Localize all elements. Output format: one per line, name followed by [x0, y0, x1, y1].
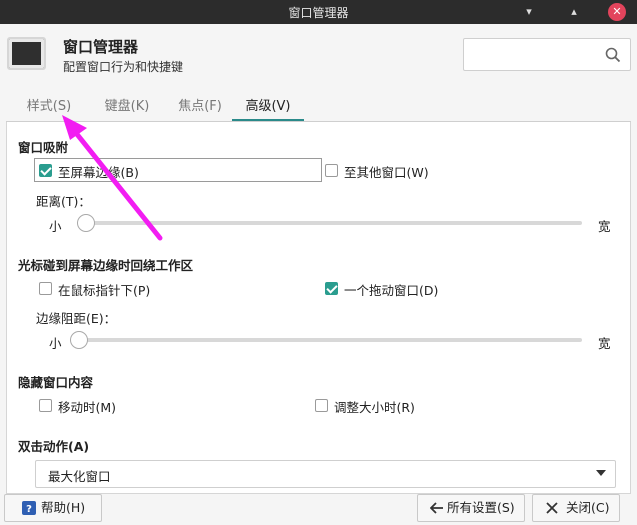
dialog-footer: ? 帮助(H) 所有设置(S) 关闭(C): [0, 494, 637, 525]
tab-bar: 样式(S) 键盘(K) 焦点(F) 高级(V): [6, 94, 631, 122]
distance-max-label: 宽: [598, 219, 611, 234]
checkbox-unchecked: [39, 399, 52, 412]
hide-while-moving-checkbox[interactable]: 移动时(M): [39, 397, 219, 415]
slider-track: [77, 221, 582, 225]
tab-keyboard[interactable]: 键盘(K): [94, 94, 160, 122]
hide-while-resizing-checkbox[interactable]: 调整大小时(R): [315, 397, 515, 415]
checkbox-unchecked: [325, 164, 338, 177]
distance-slider[interactable]: [77, 213, 582, 232]
hide-content-heading: 隐藏窗口内容: [18, 375, 94, 390]
slider-handle[interactable]: [77, 214, 95, 232]
checkbox-label: 移动时(M): [58, 400, 117, 415]
double-click-heading: 双击动作(A): [18, 439, 90, 454]
slider-handle[interactable]: [70, 331, 88, 349]
checkbox-unchecked: [39, 282, 52, 295]
dialog-title: 窗口管理器: [63, 38, 139, 56]
title-bar: 窗口管理器 ▾ ▴ ✕: [0, 0, 637, 24]
tab-focus[interactable]: 焦点(F): [167, 94, 233, 122]
window-title: 窗口管理器: [288, 6, 349, 20]
checkbox-label: 在鼠标指针下(P): [58, 283, 151, 298]
close-label: 关闭(C): [566, 500, 610, 515]
dropdown-arrow-icon: [596, 470, 606, 476]
wrap-drag-window-checkbox[interactable]: 一个拖动窗口(D): [325, 280, 525, 298]
dialog-header: 窗口管理器 配置窗口行为和快捷键: [0, 24, 637, 88]
edge-resistance-slider[interactable]: [70, 330, 582, 349]
help-button[interactable]: ? 帮助(H): [4, 494, 102, 522]
close-button[interactable]: 关闭(C): [532, 494, 620, 522]
checkbox-label: 至其他窗口(W): [344, 165, 429, 180]
checkbox-label: 调整大小时(R): [334, 400, 415, 415]
distance-label: 距离(T)：: [36, 194, 91, 209]
snap-to-screen-edges-checkbox[interactable]: 至屏幕边缘(B): [39, 162, 299, 180]
dialog-subtitle: 配置窗口行为和快捷键: [63, 60, 184, 74]
resistance-max-label: 宽: [598, 336, 611, 351]
svg-text:?: ?: [26, 504, 32, 515]
checkbox-checked: [325, 282, 338, 295]
checkbox-checked: [39, 164, 52, 177]
snap-heading: 窗口吸附: [18, 140, 69, 155]
tab-style[interactable]: 样式(S): [16, 94, 82, 122]
close-icon: [546, 502, 558, 514]
all-settings-label: 所有设置(S): [447, 500, 515, 515]
edge-resistance-label: 边缘阻距(E)：: [36, 311, 117, 326]
wrap-under-pointer-checkbox[interactable]: 在鼠标指针下(P): [39, 280, 259, 298]
distance-min-label: 小: [49, 219, 62, 234]
selected-value: 最大化窗口: [48, 469, 111, 484]
back-arrow-icon: [430, 502, 443, 514]
double-click-action-select[interactable]: 最大化窗口: [35, 460, 616, 488]
slider-track: [70, 338, 582, 342]
maximize-icon[interactable]: ▴: [565, 3, 583, 21]
close-icon[interactable]: ✕: [608, 3, 626, 21]
snap-to-other-windows-checkbox[interactable]: 至其他窗口(W): [325, 162, 525, 180]
checkbox-unchecked: [315, 399, 328, 412]
all-settings-button[interactable]: 所有设置(S): [417, 494, 525, 522]
search-input[interactable]: [463, 38, 631, 71]
tab-advanced[interactable]: 高级(V): [232, 94, 304, 122]
help-icon: ?: [22, 501, 36, 515]
search-icon: [605, 47, 621, 63]
checkbox-label: 至屏幕边缘(B): [58, 165, 139, 180]
resistance-min-label: 小: [49, 336, 62, 351]
window-manager-icon: [7, 37, 46, 70]
help-label: 帮助(H): [41, 500, 86, 515]
minimize-icon[interactable]: ▾: [520, 3, 538, 21]
checkbox-label: 一个拖动窗口(D): [344, 283, 439, 298]
wrap-heading: 光标碰到屏幕边缘时回绕工作区: [18, 258, 194, 273]
